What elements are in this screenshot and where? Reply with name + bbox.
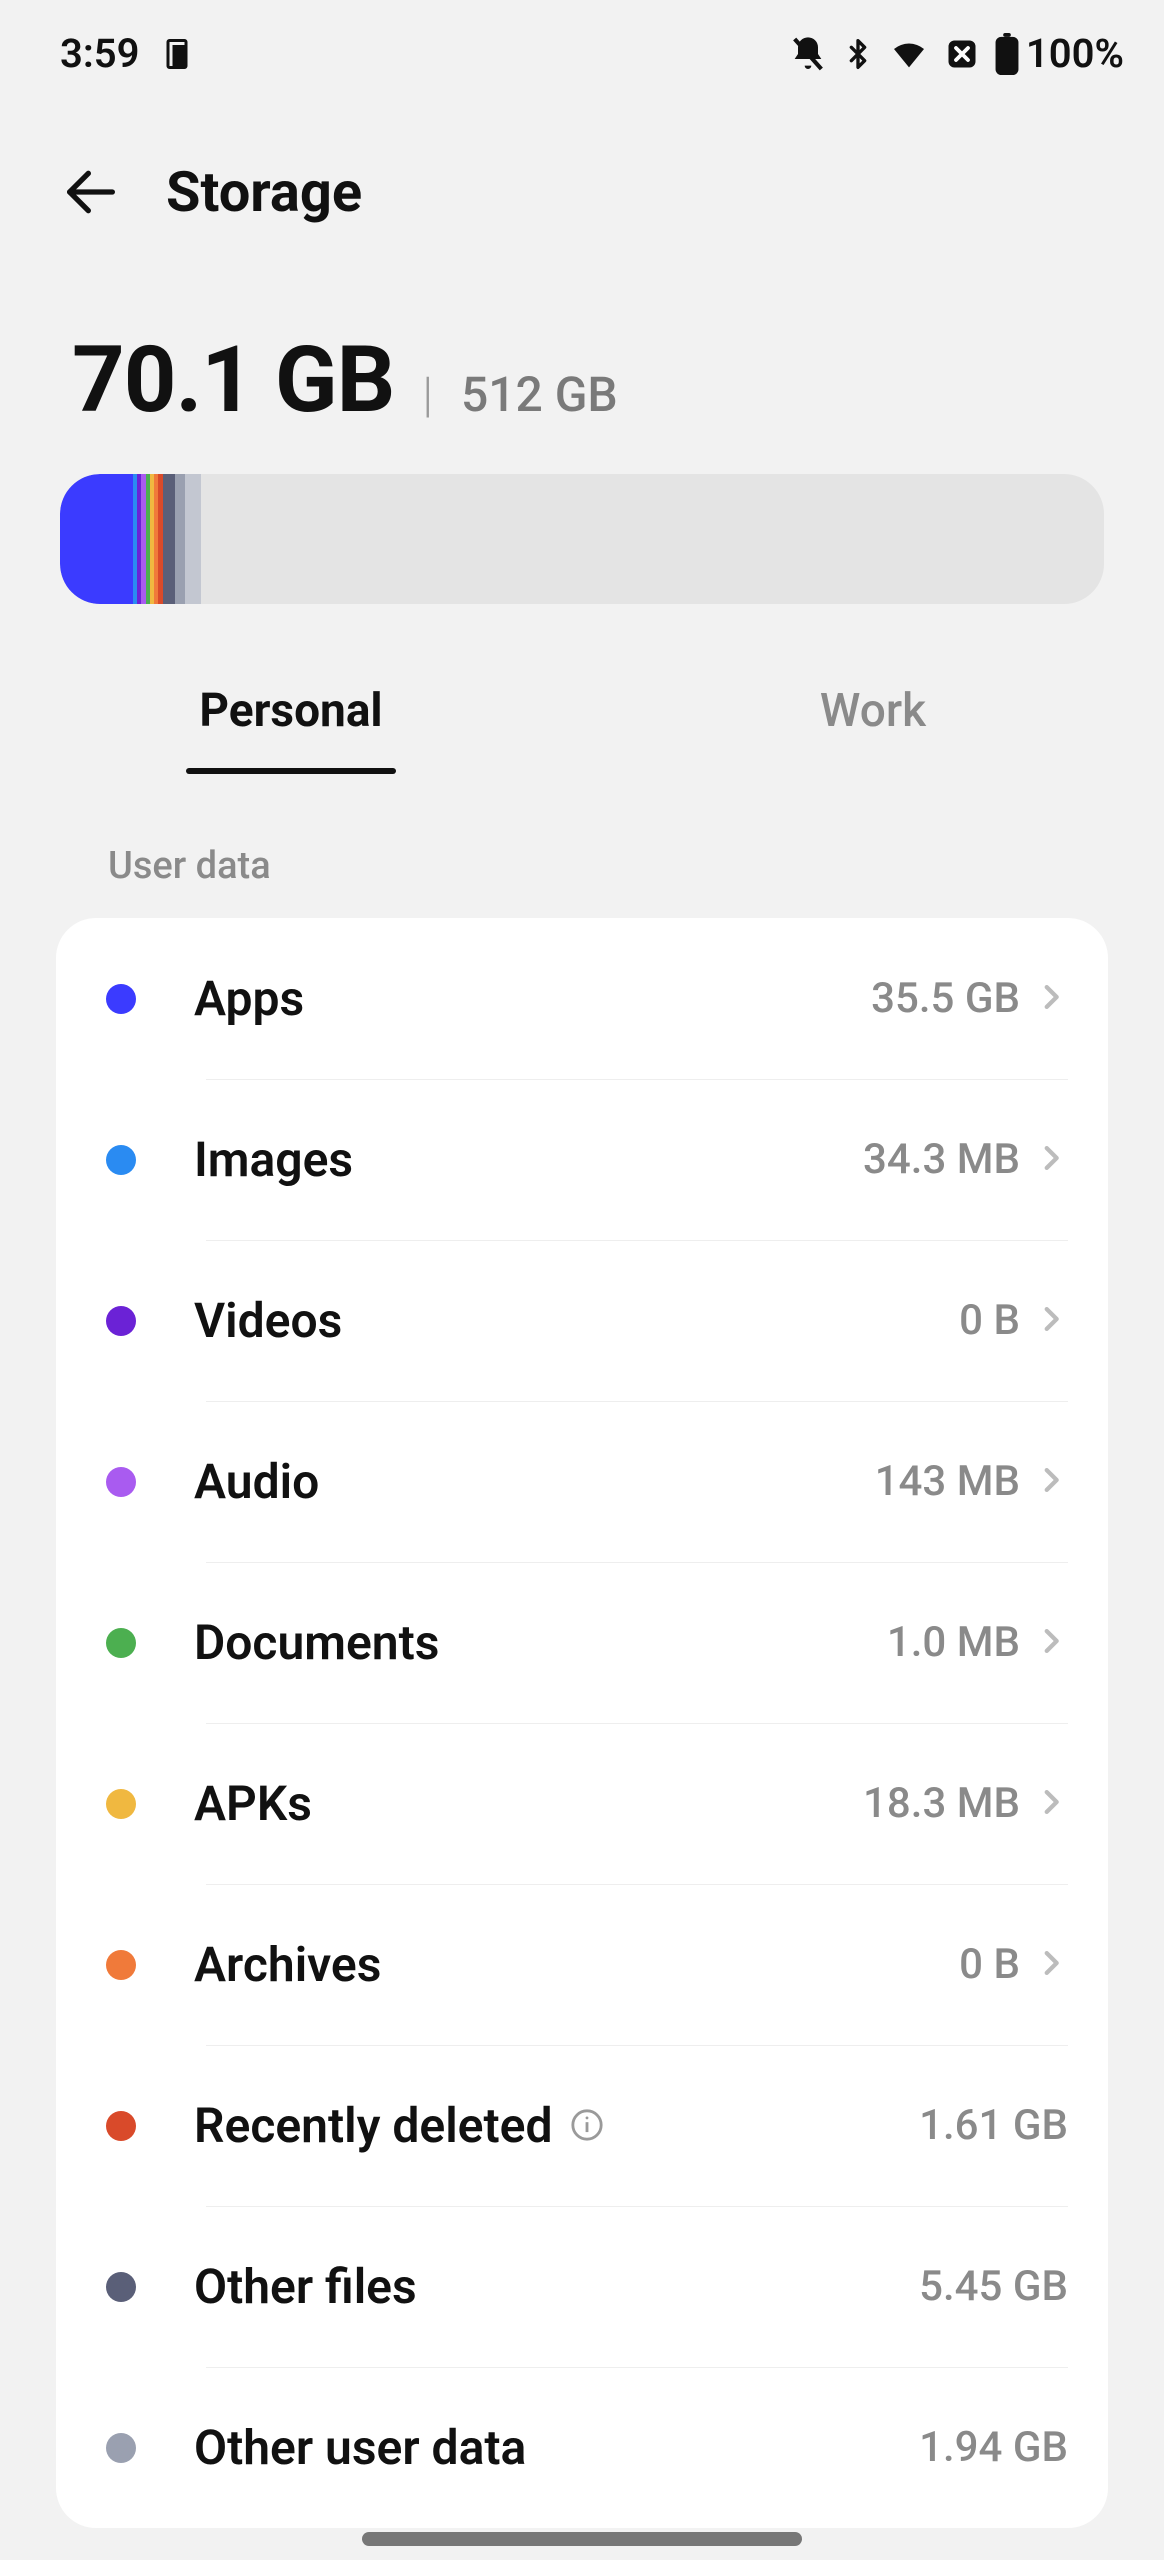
category-size: 0 B <box>959 1940 1020 1989</box>
storage-bar-segment <box>185 474 201 604</box>
wifi-icon <box>888 34 930 74</box>
category-label: Other files <box>194 2258 919 2315</box>
home-indicator[interactable] <box>362 2532 802 2546</box>
status-bar: 3:59 100% <box>0 0 1164 97</box>
tab-work[interactable]: Work <box>582 654 1164 774</box>
page-header: Storage <box>0 97 1164 267</box>
storage-bar-segment <box>60 474 133 604</box>
category-label: Audio <box>194 1453 875 1510</box>
storage-bar-segment <box>175 474 185 604</box>
profile-tabs: Personal Work <box>0 654 1164 774</box>
category-size: 5.45 GB <box>919 2262 1068 2311</box>
rotation-lock-icon <box>159 36 195 72</box>
category-color-dot <box>106 1628 136 1658</box>
category-label: Apps <box>194 970 871 1027</box>
storage-categories-card: Apps35.5 GBImages34.3 MBVideos0 BAudio14… <box>56 918 1108 2528</box>
category-size: 1.94 GB <box>919 2423 1068 2472</box>
notifications-off-icon <box>788 34 828 74</box>
category-color-dot <box>106 1950 136 1980</box>
tab-label: Personal <box>199 684 382 738</box>
category-label: Archives <box>194 1936 959 1993</box>
chevron-right-icon <box>1034 1141 1068 1179</box>
chevron-right-icon <box>1034 1302 1068 1340</box>
summary-divider: | <box>422 366 433 423</box>
category-row-archives[interactable]: Archives0 B <box>56 1884 1108 2045</box>
total-storage: 512 GB <box>461 366 618 423</box>
battery-percentage: 100% <box>1026 30 1124 77</box>
page-title: Storage <box>166 159 362 225</box>
data-off-icon <box>944 36 980 72</box>
chevron-right-icon <box>1034 1624 1068 1662</box>
storage-bar-segment <box>163 474 174 604</box>
storage-summary: 70.1 GB | 512 GB <box>0 267 1164 434</box>
category-size: 34.3 MB <box>863 1135 1020 1184</box>
category-size: 1.0 MB <box>887 1618 1020 1667</box>
chevron-right-icon <box>1034 980 1068 1018</box>
category-color-dot <box>106 2111 136 2141</box>
bluetooth-icon <box>842 34 874 74</box>
info-icon[interactable] <box>570 2108 604 2142</box>
chevron-right-icon <box>1034 1946 1068 1984</box>
category-color-dot <box>106 2272 136 2302</box>
category-color-dot <box>106 1789 136 1819</box>
category-row-other-user-data: Other user data1.94 GB <box>56 2367 1108 2528</box>
chevron-right-icon <box>1034 1785 1068 1823</box>
used-storage: 70.1 GB <box>72 327 394 434</box>
chevron-right-icon <box>1034 1463 1068 1501</box>
category-size: 35.5 GB <box>871 974 1020 1023</box>
category-label: Images <box>194 1131 863 1188</box>
category-color-dot <box>106 1306 136 1336</box>
category-label: Documents <box>194 1614 887 1671</box>
category-row-apks[interactable]: APKs18.3 MB <box>56 1723 1108 1884</box>
category-row-videos[interactable]: Videos0 B <box>56 1240 1108 1401</box>
category-label: Other user data <box>194 2419 919 2476</box>
back-button[interactable] <box>56 157 126 227</box>
category-color-dot <box>106 1467 136 1497</box>
category-label: Recently deleted <box>194 2097 919 2154</box>
category-row-recently-deleted: Recently deleted1.61 GB <box>56 2045 1108 2206</box>
category-size: 1.61 GB <box>919 2101 1068 2150</box>
category-size: 18.3 MB <box>863 1779 1020 1828</box>
storage-usage-bar <box>60 474 1104 604</box>
section-label-user-data: User data <box>0 774 1164 918</box>
category-label: APKs <box>194 1775 863 1832</box>
status-time: 3:59 <box>60 30 139 77</box>
category-label: Videos <box>194 1292 959 1349</box>
category-color-dot <box>106 2433 136 2463</box>
category-row-images[interactable]: Images34.3 MB <box>56 1079 1108 1240</box>
category-color-dot <box>106 1145 136 1175</box>
battery-icon <box>994 33 1020 75</box>
tab-personal[interactable]: Personal <box>0 654 582 774</box>
tab-label: Work <box>820 684 926 738</box>
category-size: 0 B <box>959 1296 1020 1345</box>
category-row-other-files: Other files5.45 GB <box>56 2206 1108 2367</box>
category-color-dot <box>106 984 136 1014</box>
category-row-documents[interactable]: Documents1.0 MB <box>56 1562 1108 1723</box>
category-row-audio[interactable]: Audio143 MB <box>56 1401 1108 1562</box>
category-row-apps[interactable]: Apps35.5 GB <box>56 918 1108 1079</box>
category-size: 143 MB <box>875 1457 1020 1506</box>
